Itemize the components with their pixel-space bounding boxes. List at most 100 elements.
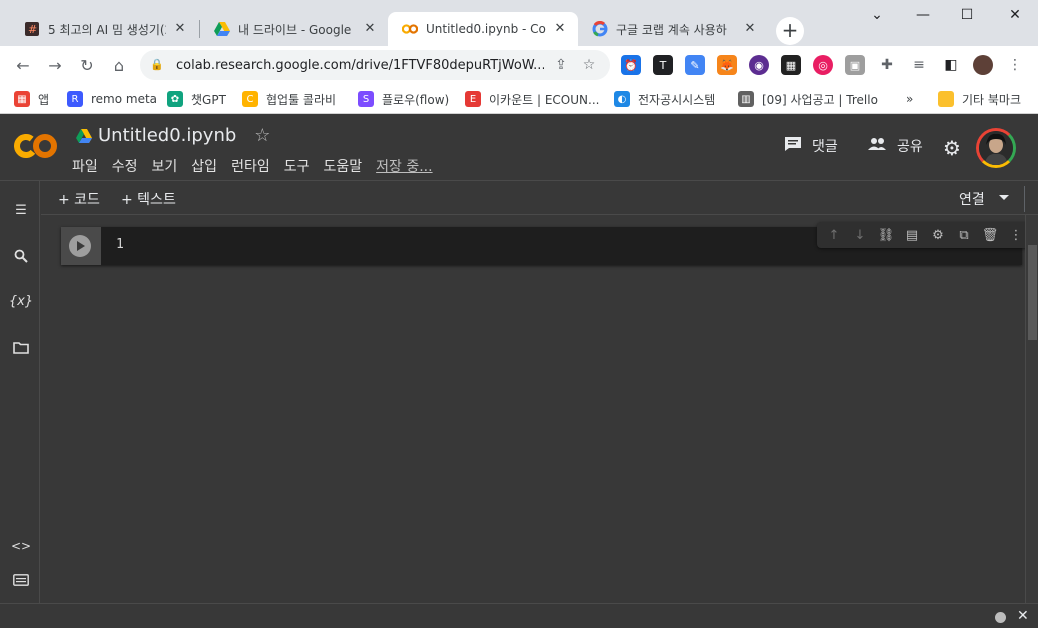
status-indicator-icon[interactable]	[995, 612, 1006, 623]
menu-tools[interactable]: 도구	[284, 156, 310, 176]
bookmark-label: 이카운트 | ECOUN...	[489, 92, 600, 107]
table-of-contents-icon[interactable]: ☰	[10, 199, 32, 221]
address-bar[interactable]: 🔒 colab.research.google.com/drive/1FTVF8…	[140, 50, 610, 80]
bookmarks-bar: ▦ 앱 R remo meta ✿ 챗GPT C 협업툴 콜라비 S 플로우(f…	[0, 84, 1038, 114]
profile-avatar-icon[interactable]	[973, 55, 993, 75]
add-text-button[interactable]: + 텍스트	[121, 189, 176, 209]
apps-grid-icon: ▦	[14, 91, 30, 107]
bookmark-chatgpt[interactable]: ✿ 챗GPT	[167, 88, 226, 110]
comment-label: 댓글	[812, 139, 838, 155]
line-number: 1	[116, 237, 124, 252]
profile-extension-icon[interactable]: ▣	[845, 55, 865, 75]
bookmark-label: 챗GPT	[191, 92, 226, 107]
user-avatar[interactable]	[976, 128, 1016, 168]
tab-meme[interactable]: # 5 최고의 AI 밈 생성기(2 ✕	[10, 12, 198, 46]
chevron-down-icon[interactable]	[999, 195, 1009, 200]
bookmark-collabee[interactable]: C 협업툴 콜라비	[242, 88, 336, 110]
window-close-icon[interactable]: ✕	[992, 0, 1038, 30]
more-options-icon[interactable]: ⋮	[1006, 228, 1026, 243]
chevron-double-right-icon: »	[906, 92, 914, 106]
menu-insert[interactable]: 삽입	[191, 156, 217, 176]
connect-button[interactable]: 연결	[959, 189, 985, 209]
comment-button[interactable]: 댓글	[784, 136, 838, 156]
menu-runtime[interactable]: 런타임	[231, 156, 270, 176]
collabee-icon: C	[242, 91, 258, 107]
code-snippets-icon[interactable]: <>	[10, 535, 32, 557]
folder-icon[interactable]	[10, 337, 32, 359]
close-icon[interactable]: ✕	[362, 21, 378, 37]
notebook-title[interactable]: Untitled0.ipynb	[98, 125, 236, 146]
toolbar-divider	[1024, 186, 1025, 212]
chat-extension-icon[interactable]: ◉	[749, 55, 769, 75]
run-cell-icon[interactable]	[69, 235, 91, 257]
tab-search-icon[interactable]: ⌄	[854, 0, 900, 30]
colab-icon	[402, 21, 418, 37]
trello-icon: ▥	[738, 91, 754, 107]
tab-google-search[interactable]: 구글 코랩 계속 사용하 ✕	[578, 12, 768, 46]
color-extension-icon[interactable]: ◎	[813, 55, 833, 75]
new-tab-button[interactable]: +	[776, 17, 804, 45]
bookmark-other[interactable]: 기타 북마크	[938, 88, 1021, 110]
grid-extension-icon[interactable]: ▦	[781, 55, 801, 75]
bookmark-apps[interactable]: ▦ 앱	[14, 88, 49, 110]
browser-window: # 5 최고의 AI 밈 생성기(2 ✕ 내 드라이브 - Google D ✕…	[0, 0, 1038, 628]
maximize-icon[interactable]: ☐	[944, 0, 990, 30]
settings-gear-icon[interactable]: ⚙	[943, 136, 961, 160]
back-arrow-icon[interactable]: ←	[10, 52, 36, 78]
bookmark-dart[interactable]: ◐ 전자공시시스템	[614, 88, 715, 110]
side-panel-icon[interactable]: ◧	[941, 55, 961, 75]
chrome-menu-icon[interactable]: ⋮	[1005, 55, 1025, 75]
bookmark-remo-meta[interactable]: R remo meta	[67, 88, 157, 110]
url-text[interactable]: colab.research.google.com/drive/1FTVF80d…	[176, 58, 544, 73]
code-cell[interactable]: 1 ↑ ↓ ⛓ ▤ ⚙ ⧉ 🗑 ⋮	[61, 222, 1033, 265]
metamask-extension-icon[interactable]: 🦊	[717, 55, 737, 75]
variables-icon[interactable]: {x}	[9, 290, 33, 312]
media-queue-icon[interactable]: ≡	[909, 55, 929, 75]
link-icon[interactable]: ⛓	[876, 228, 896, 243]
colab-logo-icon[interactable]	[14, 132, 58, 160]
delete-icon[interactable]: 🗑	[980, 228, 1000, 243]
tab-colab[interactable]: Untitled0.ipynb - Colab ✕	[388, 12, 578, 46]
menu-edit[interactable]: 수정	[112, 156, 138, 176]
status-bar: ✕	[0, 603, 1038, 628]
close-icon[interactable]: ✕	[172, 21, 188, 37]
settings-icon[interactable]: ⚙	[928, 228, 948, 243]
clock-extension-icon[interactable]: ⏰	[621, 55, 641, 75]
bookmark-trello[interactable]: ▥ [09] 사업공고 | Trello	[738, 88, 878, 110]
bookmark-star-icon[interactable]: ☆	[578, 57, 600, 73]
bookmark-ecount[interactable]: E 이카운트 | ECOUN...	[465, 88, 599, 110]
menu-view[interactable]: 보기	[152, 156, 178, 176]
reload-icon[interactable]: ↻	[74, 52, 100, 78]
puzzle-icon[interactable]: ✚	[877, 55, 897, 75]
bookmark-flow[interactable]: S 플로우(flow)	[358, 88, 449, 110]
menu-file[interactable]: 파일	[72, 156, 98, 176]
share-button[interactable]: 공유	[867, 136, 923, 156]
close-icon[interactable]: ✕	[552, 21, 568, 37]
search-icon[interactable]	[10, 245, 32, 267]
share-page-icon[interactable]: ⇪	[550, 57, 572, 73]
mirror-cell-icon[interactable]: ⧉	[954, 228, 974, 243]
add-code-button[interactable]: + 코드	[58, 189, 100, 209]
edit-extension-icon[interactable]: ✎	[685, 55, 705, 75]
tab-title: 내 드라이브 - Google D	[238, 22, 356, 37]
menu-help[interactable]: 도움말	[323, 156, 362, 176]
move-up-icon[interactable]: ↑	[824, 228, 844, 243]
minimize-icon[interactable]: —	[900, 0, 946, 30]
star-icon[interactable]: ☆	[254, 125, 270, 146]
forward-arrow-icon[interactable]: →	[42, 52, 68, 78]
comment-icon[interactable]: ▤	[902, 228, 922, 243]
cell-gutter	[61, 227, 101, 265]
tab-drive[interactable]: 내 드라이브 - Google D ✕	[200, 12, 388, 46]
more-bookmarks-button[interactable]: »	[906, 88, 913, 110]
close-icon[interactable]: ✕	[742, 21, 758, 37]
scroll-thumb[interactable]	[1028, 245, 1037, 340]
close-icon[interactable]: ✕	[1017, 608, 1029, 624]
home-icon[interactable]: ⌂	[106, 52, 132, 78]
command-palette-icon[interactable]	[10, 569, 32, 591]
svg-text:#: #	[28, 23, 37, 36]
vertical-scrollbar[interactable]	[1025, 215, 1038, 603]
hash-icon: #	[24, 21, 40, 37]
t-extension-icon[interactable]: T	[653, 55, 673, 75]
move-down-icon[interactable]: ↓	[850, 228, 870, 243]
saving-status[interactable]: 저장 중...	[376, 156, 432, 176]
